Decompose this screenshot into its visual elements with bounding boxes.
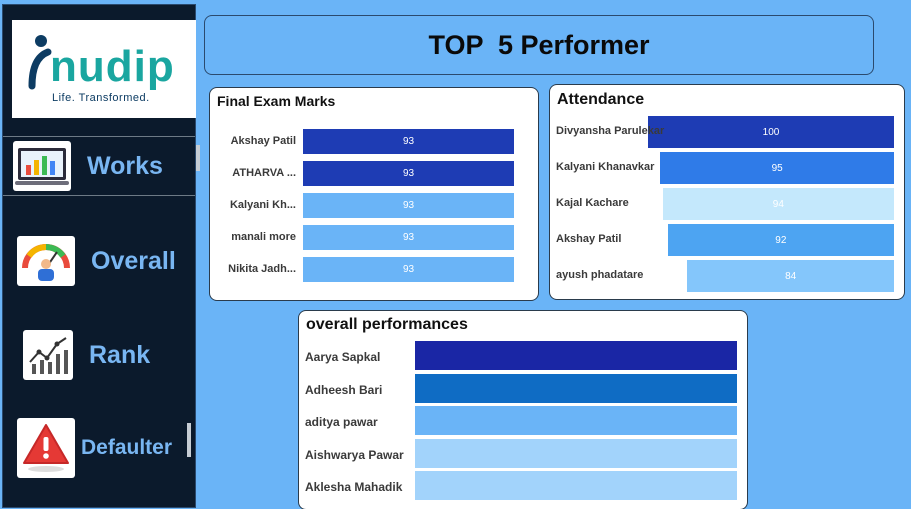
overall-bar[interactable]: [415, 341, 737, 370]
nav-label-defaulter: Defaulter: [81, 436, 173, 459]
final-exam-card[interactable]: Final Exam Marks Akshay Patil 93 ATHARVA .…: [209, 87, 539, 301]
exam-bar-value: 93: [402, 136, 415, 147]
final-exam-title: Final Exam Marks: [217, 93, 336, 109]
exam-bar[interactable]: 93: [303, 225, 514, 250]
exam-bar[interactable]: 93: [303, 129, 514, 154]
nav-label-overall: Overall: [91, 246, 176, 275]
works-chart-icon: [13, 141, 71, 191]
attendance-row-label: ayush phadatare: [556, 269, 644, 281]
overall-bar[interactable]: [415, 406, 737, 435]
overall-bar[interactable]: [415, 471, 737, 500]
exam-row-label: manali more: [231, 231, 296, 243]
logo-wordmark: nudip: [50, 42, 175, 91]
sidebar-scroll-handle[interactable]: [187, 423, 191, 457]
exam-bar[interactable]: 93: [303, 257, 514, 282]
page-title: TOP 5 Performer: [428, 29, 650, 60]
exam-bar-value: 93: [402, 264, 415, 275]
attendance-bar[interactable]: 100: [648, 116, 894, 148]
nav-label-works: Works: [87, 151, 163, 180]
attendance-card[interactable]: Attendance 100 Divyansha Parulekar 95 Kalya…: [549, 84, 905, 300]
overall-row-label: Aklesha Mahadik: [305, 480, 403, 494]
attendance-row-label: Kajal Kachare: [556, 197, 629, 209]
exam-bar-value: 93: [402, 232, 415, 243]
attendance-bar-value: 100: [762, 126, 780, 138]
attendance-row-label: Divyansha Parulekar: [556, 125, 665, 137]
nav-label-rank: Rank: [89, 340, 151, 369]
overall-row-label: Aishwarya Pawar: [305, 447, 404, 462]
attendance-bar[interactable]: 95: [660, 152, 894, 184]
attendance-bar[interactable]: 92: [667, 224, 894, 256]
exam-bar-value: 93: [402, 168, 415, 179]
overall-row-label: Aarya Sapkal: [305, 350, 381, 364]
attendance-title: Attendance: [557, 91, 645, 108]
exam-bar[interactable]: 93: [303, 161, 514, 186]
exam-row-label: ATHARVA ...: [232, 167, 296, 179]
attendance-bar-value: 94: [772, 198, 784, 210]
rank-chart-icon: [23, 330, 73, 380]
attendance-row-label: Akshay Patil: [556, 233, 622, 245]
sidebar: nudip Life. Transformed. Works Overall R…: [2, 4, 196, 508]
overall-performances-title: overall performances: [306, 316, 468, 333]
anudip-logo: nudip Life. Transformed.: [12, 20, 196, 118]
sidebar-scroll-handle[interactable]: [196, 145, 200, 171]
attendance-bar-value: 95: [771, 162, 783, 174]
exam-bar[interactable]: 93: [303, 193, 514, 218]
overall-performances-card[interactable]: overall performances Aarya Sapkal Adheesh…: [298, 310, 748, 509]
logo-tagline: Life. Transformed.: [52, 92, 150, 104]
attendance-bar-value: 84: [785, 270, 797, 282]
attendance-bar[interactable]: 94: [662, 188, 894, 220]
attendance-row-label: Kalyani Khanavkar: [556, 161, 655, 173]
gauge-icon: [17, 236, 75, 286]
nav-item-works[interactable]: Works: [3, 136, 195, 196]
overall-bar[interactable]: [415, 438, 737, 468]
exam-bar-value: 93: [402, 200, 415, 211]
exam-row-label: Kalyani Kh...: [229, 199, 296, 211]
overall-row-label: Adheesh Bari: [305, 382, 383, 397]
exam-row-label: Nikita Jadh...: [228, 263, 296, 275]
overall-row-label: aditya pawar: [305, 415, 378, 429]
attendance-bar-value: 92: [775, 234, 787, 246]
overall-bar[interactable]: [415, 373, 737, 403]
exam-row-label: Akshay Patil: [230, 135, 296, 147]
nav-item-rank[interactable]: Rank: [3, 325, 195, 385]
page-title-box: TOP 5 Performer: [204, 15, 874, 75]
warning-icon: [17, 418, 75, 478]
nav-item-overall[interactable]: Overall: [3, 231, 195, 291]
nav-item-defaulter[interactable]: Defaulter: [3, 417, 195, 479]
attendance-bar[interactable]: 84: [687, 260, 894, 292]
